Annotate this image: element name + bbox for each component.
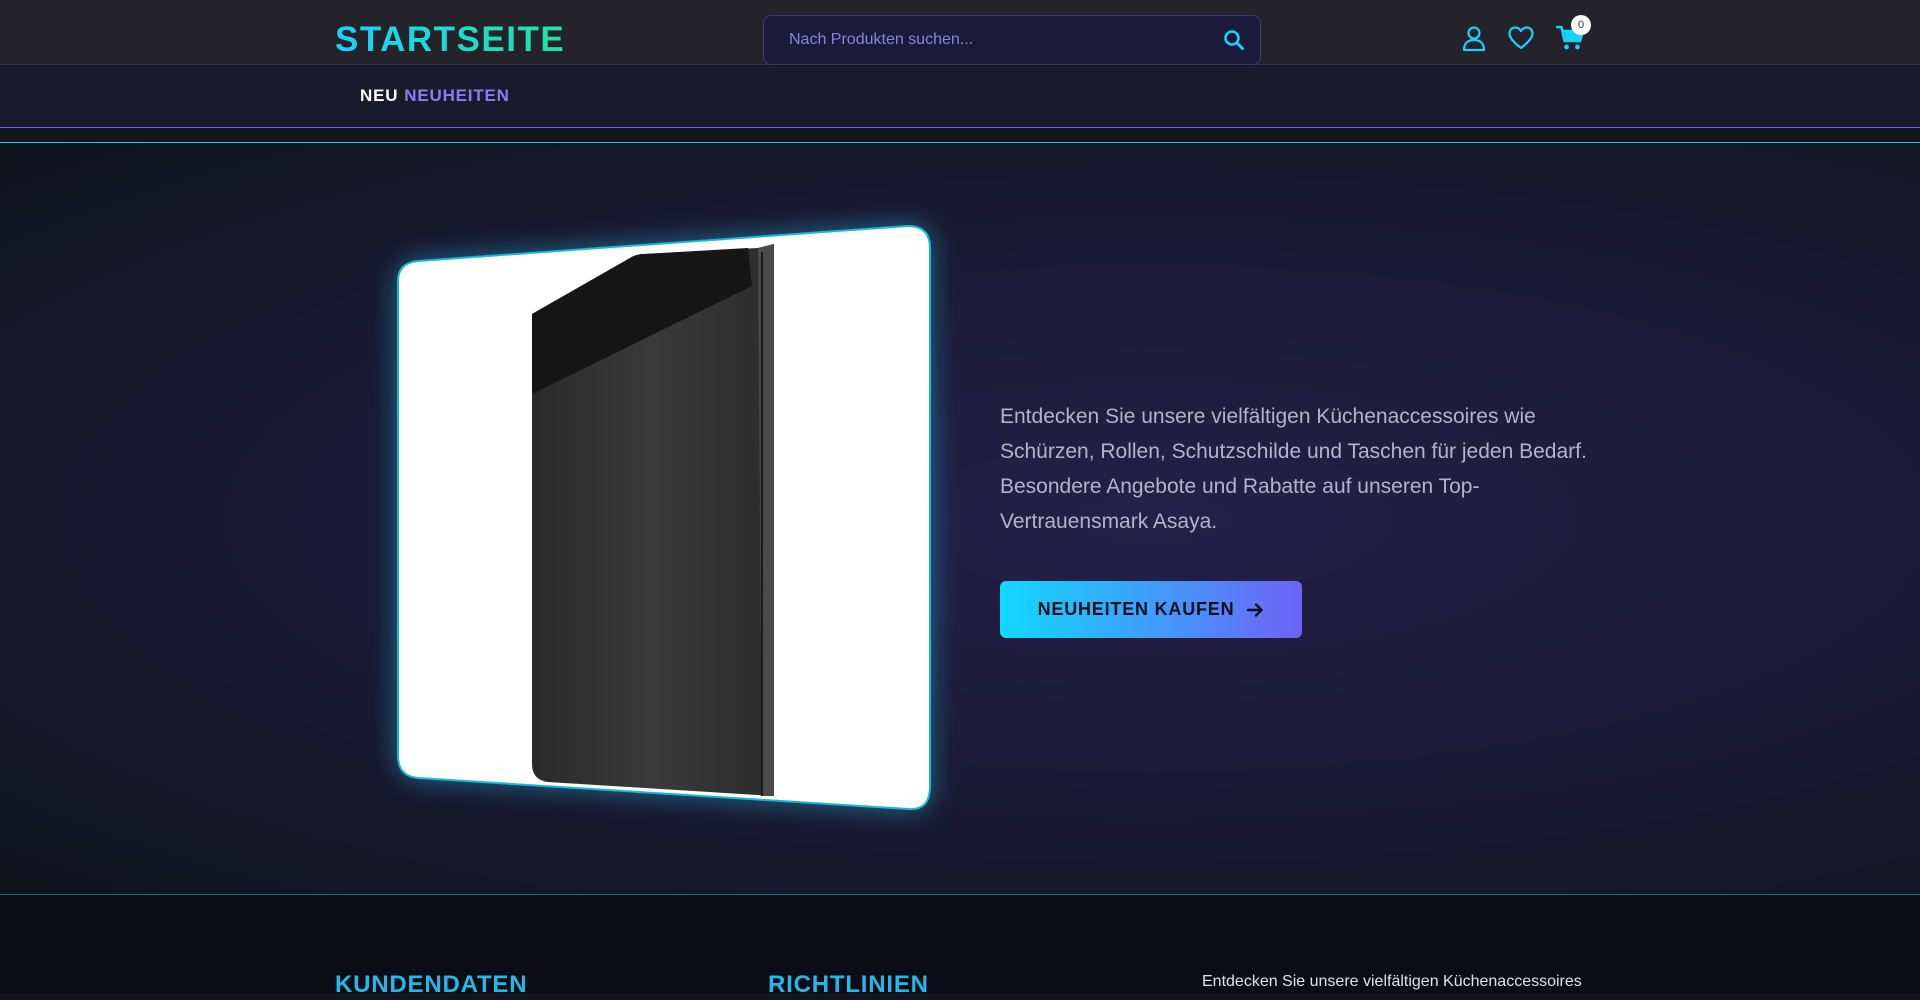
hero-product-card[interactable] — [397, 224, 931, 811]
heart-icon — [1508, 26, 1534, 50]
search-bar — [763, 15, 1261, 65]
account-button[interactable] — [1460, 24, 1488, 52]
hero-section: Entdecken Sie unsere vielfältigen Küchen… — [0, 144, 1920, 895]
hero-description: Entdecken Sie unsere vielfältigen Küchen… — [1000, 405, 1587, 533]
site-logo[interactable]: STARTSEITE — [335, 19, 565, 61]
footer-heading-customer-data: KUNDENDATEN — [335, 971, 528, 998]
footer-heading-policies: RICHTLINIEN — [768, 971, 929, 998]
cart-count-badge: 0 — [1571, 15, 1591, 35]
hero-product-image — [397, 224, 931, 811]
nav-item-neuheiten[interactable]: NEU NEUHEITEN — [360, 86, 510, 106]
shop-new-button-label: NEUHEITEN KAUFEN — [1037, 599, 1235, 619]
footer-about-text: Entdecken Sie unsere vielfältigen Küchen… — [1202, 973, 1582, 990]
site-header: STARTSEITE 0 — [0, 0, 1920, 65]
site-footer: KUNDENDATEN RICHTLINIEN Entdecken Sie un… — [0, 895, 1920, 998]
search-icon — [1224, 30, 1244, 50]
nav-item-label: NEUHEITEN — [404, 86, 510, 105]
wishlist-button[interactable] — [1507, 24, 1535, 52]
search-input[interactable] — [764, 16, 1204, 64]
nav-divider — [0, 128, 1920, 143]
shop-new-button[interactable]: NEUHEITEN KAUFEN — [1000, 581, 1302, 638]
nav-item-new-tag: NEU — [360, 86, 399, 105]
arrow-right-icon — [1247, 602, 1264, 617]
user-icon — [1462, 26, 1486, 52]
search-button[interactable] — [1222, 28, 1246, 52]
main-nav: NEU NEUHEITEN — [0, 66, 1920, 128]
